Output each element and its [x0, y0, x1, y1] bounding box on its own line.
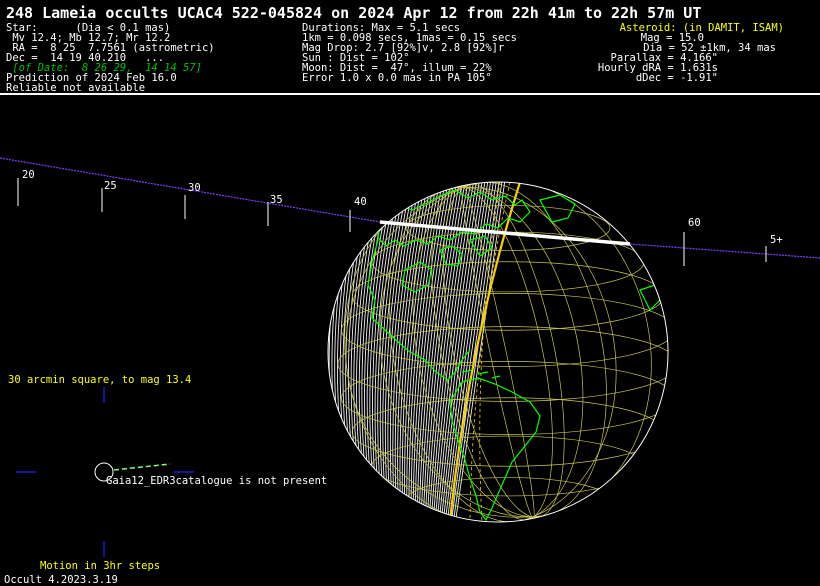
motion-caption: Motion in 3hr steps: [40, 560, 161, 572]
path-tick-25: 25: [104, 180, 117, 192]
path-tick-5plus: 5+: [770, 234, 783, 246]
star-field-finder: [16, 387, 194, 557]
path-tick-30: 30: [188, 182, 201, 194]
path-tick-35: 35: [270, 194, 283, 206]
gaia-catalog-note: Gaia12_EDR3catalogue is not present: [106, 475, 328, 487]
earth-globe: [327, 181, 669, 523]
version-label: Occult 4.2023.3.19: [4, 574, 118, 586]
path-tick-40: 40: [354, 196, 367, 208]
starfield-caption: 30 arcmin square, to mag 13.4: [8, 374, 192, 386]
path-tick-20: 20: [22, 169, 35, 181]
occultation-map: 20 25 30 35 40 60 5+: [0, 157, 820, 557]
path-tick-60: 60: [688, 217, 701, 229]
